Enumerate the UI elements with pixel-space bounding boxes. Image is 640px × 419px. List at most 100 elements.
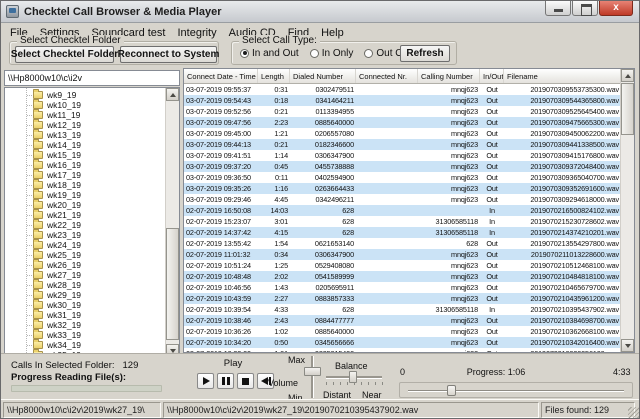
- column-header-in-out[interactable]: In/Out: [480, 69, 504, 83]
- calls-in-folder-label: Calls In Selected Folder:: [11, 360, 115, 371]
- tree-item-wk25-19[interactable]: wk25_19: [5, 250, 165, 260]
- table-row[interactable]: 03-07-2019 09:36:500:110402594900mnqj623…: [184, 172, 620, 183]
- column-header-calling-number[interactable]: Calling Number: [418, 69, 480, 83]
- tree-item-wk19-19[interactable]: wk19_19: [5, 190, 165, 200]
- tree-item-wk30-19[interactable]: wk30_19: [5, 300, 165, 310]
- volume-slider-thumb[interactable]: [304, 367, 321, 376]
- table-row[interactable]: 03-07-2019 09:35:261:160263664433mnqj623…: [184, 183, 620, 194]
- cell-calling-number: mnqj623: [418, 261, 480, 270]
- tree-item-wk28-19[interactable]: wk28_19: [5, 280, 165, 290]
- table-row[interactable]: 03-07-2019 09:44:130:210182346600mnqj623…: [184, 139, 620, 150]
- tree-item-wk22-19[interactable]: wk22_19: [5, 220, 165, 230]
- reconnect-to-system-button[interactable]: Reconnect to System: [120, 46, 217, 63]
- tree-item-wk20-19[interactable]: wk20_19: [5, 200, 165, 210]
- cell-connect-date-time: 02-07-2019 10:39:54: [184, 305, 258, 314]
- tree-item-wk34-19[interactable]: wk34_19: [5, 340, 165, 350]
- tree-item-wk15-19[interactable]: wk15_19: [5, 150, 165, 160]
- close-button[interactable]: x: [599, 1, 633, 16]
- column-header-length[interactable]: Length: [258, 69, 290, 83]
- table-row[interactable]: 02-07-2019 10:43:592:270883857333mnqj623…: [184, 293, 620, 304]
- progress-slider-thumb[interactable]: [447, 385, 456, 396]
- tree-item-wk9-19[interactable]: wk9_19: [5, 90, 165, 100]
- tree-item-wk12-19[interactable]: wk12_19: [5, 120, 165, 130]
- status-folder-path: \\Hp8000w10\c\i2v\2019\wk27_19\: [3, 402, 161, 418]
- balance-ticks: [326, 382, 383, 385]
- tree-item-wk14-19[interactable]: wk14_19: [5, 140, 165, 150]
- column-header-filename[interactable]: Filename: [504, 69, 621, 83]
- table-row[interactable]: 03-07-2019 09:37:200:450455738888mnqj623…: [184, 161, 620, 172]
- table-row[interactable]: 02-07-2019 14:37:424:1562831306585118In2…: [184, 227, 620, 238]
- tree-item-wk10-19[interactable]: wk10_19: [5, 100, 165, 110]
- tree-item-wk11-19[interactable]: wk11_19: [5, 110, 165, 120]
- column-header-connected-nr[interactable]: Connected Nr.: [356, 69, 418, 83]
- tree-scrollbar[interactable]: [165, 88, 179, 357]
- maximize-button[interactable]: [572, 1, 598, 16]
- stop-button[interactable]: [237, 373, 254, 389]
- table-row[interactable]: 02-07-2019 16:50:0814:03628In20190702165…: [184, 205, 620, 216]
- menu-item-integrity[interactable]: Integrity: [171, 25, 222, 41]
- table-row[interactable]: 03-07-2019 09:47:562:230885640000mnqj623…: [184, 117, 620, 128]
- cell-calling-number: mnqj623: [418, 151, 480, 160]
- table-row[interactable]: 02-07-2019 10:46:561:430205695911mnqj623…: [184, 282, 620, 293]
- tree-item-wk33-19[interactable]: wk33_19: [5, 330, 165, 340]
- folder-path-input[interactable]: [4, 70, 180, 86]
- select-checktel-folder-button[interactable]: Select Checktel Folder: [15, 46, 114, 63]
- table-row[interactable]: 03-07-2019 09:29:464:450342496211mnqj623…: [184, 194, 620, 205]
- table-row[interactable]: 02-07-2019 10:36:261:020885640000mnqj623…: [184, 326, 620, 337]
- folder-icon: [33, 301, 43, 309]
- folder-icon: [33, 341, 43, 349]
- tree-scrollbar-thumb[interactable]: [166, 228, 179, 340]
- tree-item-wk32-19[interactable]: wk32_19: [5, 320, 165, 330]
- table-row[interactable]: 03-07-2019 09:55:370:310302479511mnqj623…: [184, 84, 620, 95]
- tree-item-wk26-19[interactable]: wk26_19: [5, 260, 165, 270]
- table-row[interactable]: 02-07-2019 10:48:482:020541589999mnqj623…: [184, 271, 620, 282]
- table-row[interactable]: 02-07-2019 10:39:544:3362831306585118In2…: [184, 304, 620, 315]
- tree-item-wk16-19[interactable]: wk16_19: [5, 160, 165, 170]
- refresh-button[interactable]: Refresh: [400, 45, 450, 62]
- tree-item-wk27-19[interactable]: wk27_19: [5, 270, 165, 280]
- tree-item-wk13-19[interactable]: wk13_19: [5, 130, 165, 140]
- tree-item-wk23-19[interactable]: wk23_19: [5, 230, 165, 240]
- cell-filename: 2019070210512468100.wav: [504, 261, 620, 270]
- tree-item-wk29-19[interactable]: wk29_19: [5, 290, 165, 300]
- call-list-scrollbar-thumb[interactable]: [621, 83, 634, 135]
- scroll-down-icon[interactable]: [621, 339, 634, 352]
- scroll-up-icon[interactable]: [621, 69, 634, 82]
- table-row[interactable]: 02-07-2019 15:23:073:0162831306585118In2…: [184, 216, 620, 227]
- table-row[interactable]: 02-07-2019 10:32:001:010325215400mnqj623…: [184, 348, 620, 352]
- minimize-button[interactable]: [545, 1, 571, 16]
- column-header-connect-date-time[interactable]: Connect Date - Time: [184, 69, 258, 83]
- menu-item-help[interactable]: Help: [315, 25, 350, 41]
- tree-item-wk21-19[interactable]: wk21_19: [5, 210, 165, 220]
- radio-in-and-out[interactable]: In and Out: [240, 48, 299, 59]
- cell-length: 1:02: [258, 327, 290, 336]
- cell-in-out: In: [480, 217, 504, 226]
- scroll-up-icon[interactable]: [166, 88, 179, 101]
- progress-slider-track[interactable]: [408, 390, 624, 392]
- tree-item-label: wk12_19: [47, 120, 81, 130]
- call-list-scrollbar[interactable]: [620, 69, 634, 352]
- table-row[interactable]: 02-07-2019 10:34:200:500345656666mnqj623…: [184, 337, 620, 348]
- volume-slider-track[interactable]: [311, 356, 314, 398]
- table-row[interactable]: 02-07-2019 10:51:241:250529408080mnqj623…: [184, 260, 620, 271]
- cell-filename: 2019070309365040700.wav: [504, 173, 620, 182]
- table-row[interactable]: 03-07-2019 09:45:001:210206557080mnqj623…: [184, 128, 620, 139]
- column-header-dialed-number[interactable]: Dialed Number: [290, 69, 356, 83]
- cell-connect-date-time: 02-07-2019 10:43:59: [184, 294, 258, 303]
- tree-item-wk17-19[interactable]: wk17_19: [5, 170, 165, 180]
- tree-item-wk24-19[interactable]: wk24_19: [5, 240, 165, 250]
- table-row[interactable]: 03-07-2019 09:52:560:210113394955mnqj623…: [184, 106, 620, 117]
- tree-item-label: wk18_19: [47, 180, 81, 190]
- table-row[interactable]: 03-07-2019 09:54:430:180341464211mnqj623…: [184, 95, 620, 106]
- cell-filename: 2019070215230728602.wav: [504, 217, 620, 226]
- resize-grip[interactable]: [628, 407, 640, 419]
- play-button[interactable]: [197, 373, 214, 389]
- radio-in-only[interactable]: In Only: [310, 48, 354, 59]
- table-row[interactable]: 02-07-2019 13:55:421:540621653140628Out2…: [184, 238, 620, 249]
- pause-button[interactable]: [217, 373, 234, 389]
- table-row[interactable]: 02-07-2019 10:38:462:430884477777mnqj623…: [184, 315, 620, 326]
- tree-item-wk31-19[interactable]: wk31_19: [5, 310, 165, 320]
- table-row[interactable]: 02-07-2019 11:01:320:340306347900mnqj623…: [184, 249, 620, 260]
- table-row[interactable]: 03-07-2019 09:41:511:140306347900mnqj623…: [184, 150, 620, 161]
- tree-item-wk18-19[interactable]: wk18_19: [5, 180, 165, 190]
